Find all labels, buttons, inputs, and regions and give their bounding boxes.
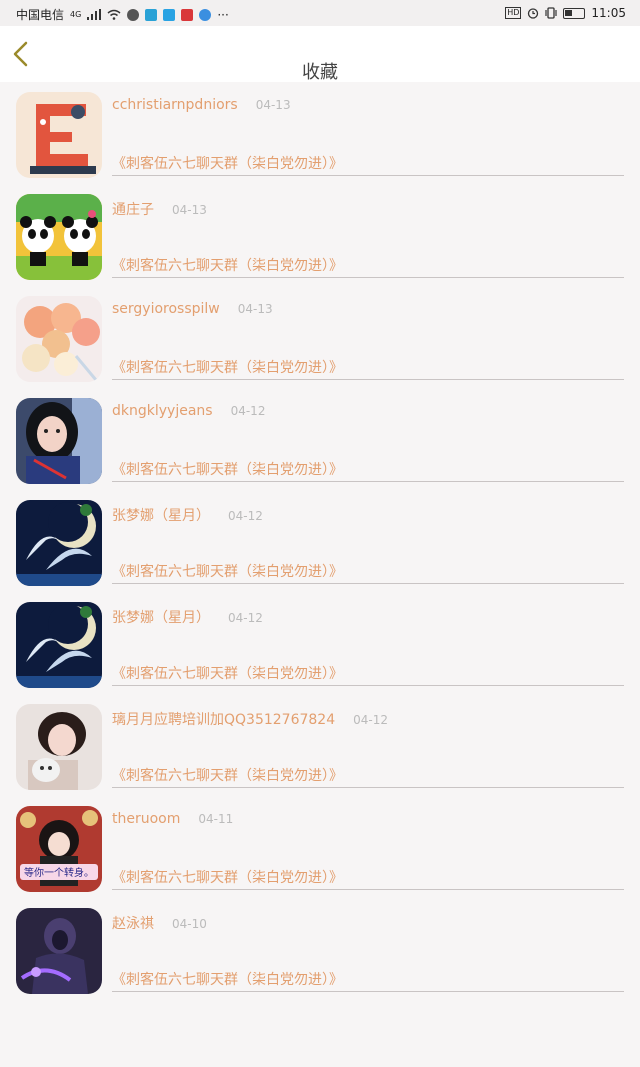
status-left: 中国电信 4G ··· [16,6,229,23]
avatar[interactable] [16,704,102,790]
divider [112,991,624,992]
user-name: 张梦娜（星月） 04-12 [112,508,263,524]
group-name[interactable]: 《刺客伍六七聊天群（柒白党勿进）》 [112,255,343,275]
list-item[interactable]: 璃月月应聘培训加QQ3512767824 04-12 《刺客伍六七聊天群（柒白党勿… [0,694,640,796]
user-name: 通庄子 04-13 [112,202,207,218]
user-name: 张梦娜（星月） 04-12 [112,610,263,626]
avatar-caption: 等你一个转身。 [24,866,94,879]
list-item[interactable]: dkngklyyjeans 04-12 《刺客伍六七聊天群（柒白党勿进）》 [0,388,640,490]
list-item[interactable]: 张梦娜（星月） 04-12 《刺客伍六七聊天群（柒白党勿进）》 [0,490,640,592]
list-item[interactable]: cchristiarnpdniors 04-13 《刺客伍六七聊天群（柒白党勿进）… [0,82,640,184]
item-date: 04-12 [228,509,263,523]
hd-icon: HD [505,7,522,19]
browser-icon [199,8,212,21]
user-name: 赵泳祺 04-10 [112,916,207,932]
list-item[interactable]: 等你一个转身。 theruoom 04-11 《刺客伍六七聊天群（柒白党勿进）》 [0,796,640,898]
item-date: 04-12 [228,611,263,625]
avatar[interactable] [16,194,102,280]
group-name[interactable]: 《刺客伍六七聊天群（柒白党勿进）》 [112,357,343,377]
group-name[interactable]: 《刺客伍六七聊天群（柒白党勿进）》 [112,561,343,581]
signal-icon [87,9,102,20]
group-name[interactable]: 《刺客伍六七聊天群（柒白党勿进）》 [112,867,343,887]
group-name[interactable]: 《刺客伍六七聊天群（柒白党勿进）》 [112,153,343,173]
app-icon-light-blue [163,8,176,21]
wifi-icon [107,9,121,20]
status-right: HD 11:05 [505,6,626,20]
clock: 11:05 [591,6,626,20]
user-name: cchristiarnpdniors 04-13 [112,97,291,113]
user-name: theruoom 04-11 [112,811,234,827]
network-type-label: 4G [70,10,82,19]
list-item[interactable]: 张梦娜（星月） 04-12 《刺客伍六七聊天群（柒白党勿进）》 [0,592,640,694]
item-date: 04-12 [353,713,388,727]
avatar[interactable] [16,296,102,382]
avatar[interactable] [16,908,102,994]
divider [112,277,624,278]
item-date: 04-13 [237,302,273,316]
avatar[interactable] [16,398,102,484]
alarm-icon [528,8,539,19]
status-bar: 中国电信 4G ··· HD 11:05 [0,0,640,26]
group-name[interactable]: 《刺客伍六七聊天群（柒白党勿进）》 [112,663,343,683]
item-date: 04-13 [172,203,207,217]
list-item[interactable]: 通庄子 04-13 《刺客伍六七聊天群（柒白党勿进）》 [0,184,640,286]
nav-bar: 收藏 [0,26,640,83]
page-title: 收藏 [302,62,338,83]
item-date: 04-12 [230,404,266,418]
divider [112,583,624,584]
user-name: dkngklyyjeans 04-12 [112,403,266,419]
avatar[interactable] [16,602,102,688]
carrier-label: 中国电信 [16,8,65,22]
user-name: 璃月月应聘培训加QQ3512767824 04-12 [112,712,388,728]
battery-icon [563,7,586,19]
group-name[interactable]: 《刺客伍六七聊天群（柒白党勿进）》 [112,765,343,785]
avatar[interactable] [16,92,102,178]
avatar[interactable]: 等你一个转身。 [16,806,102,892]
group-name[interactable]: 《刺客伍六七聊天群（柒白党勿进）》 [112,459,343,479]
item-date: 04-13 [255,98,291,112]
list-item[interactable]: 赵泳祺 04-10 《刺客伍六七聊天群（柒白党勿进）》 [0,898,640,1000]
user-name: sergyiorosspilw 04-13 [112,301,273,317]
vibrate-icon [545,7,558,19]
divider [112,889,624,890]
app-icon-red [181,8,194,21]
list-item[interactable]: sergyiorosspilw 04-13 《刺客伍六七聊天群（柒白党勿进）》 [0,286,640,388]
app-icon-blue [145,8,158,21]
avatar[interactable] [16,500,102,586]
wechat-icon [127,8,140,21]
more-notifications-icon: ··· [217,7,229,22]
divider [112,175,624,176]
item-date: 04-11 [198,812,234,826]
divider [112,685,624,686]
divider [112,787,624,788]
group-name[interactable]: 《刺客伍六七聊天群（柒白党勿进）》 [112,969,343,989]
item-date: 04-10 [172,917,207,931]
divider [112,379,624,380]
divider [112,481,624,482]
